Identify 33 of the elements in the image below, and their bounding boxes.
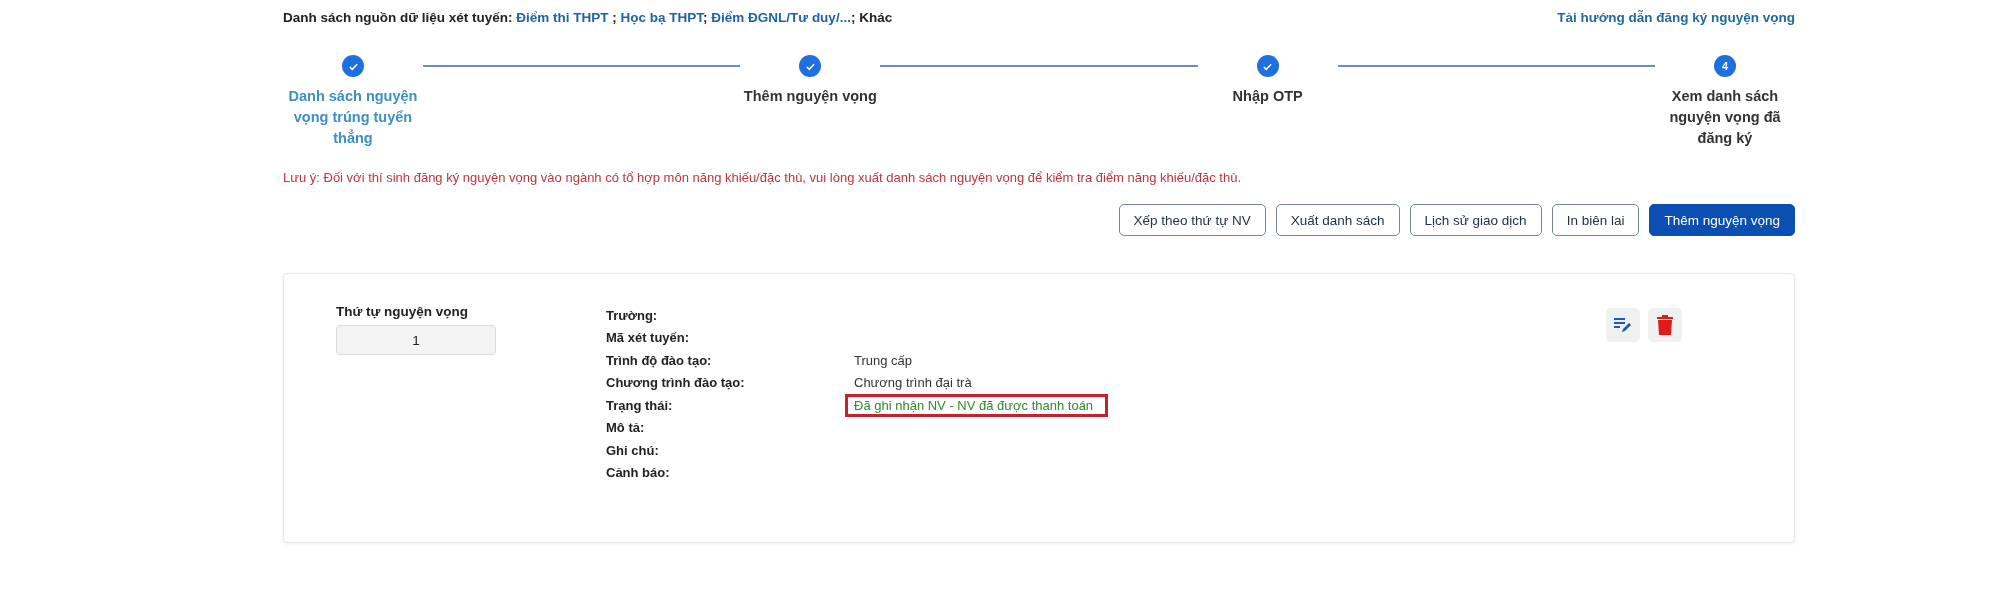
trash-icon [1657, 315, 1673, 335]
order-label: Thứ tự nguyện vọng [336, 304, 470, 319]
action-button[interactable]: Lịch sử giao dịch [1409, 204, 1542, 236]
source-link[interactable]: Điểm thi THPT [516, 9, 609, 25]
step-label: Nhập OTP [1232, 87, 1303, 106]
field-label: Chương trình đào tạo: [606, 375, 746, 391]
field-label: Trường: [606, 307, 659, 323]
guide-link[interactable]: Tải hướng dẫn đăng ký nguyện vọng [1557, 9, 1795, 25]
step-label: Thêm nguyện vọng [743, 87, 877, 106]
source-link[interactable]: Học bạ THPT [620, 9, 704, 25]
field-value: Trung cấp [854, 352, 913, 368]
order-field[interactable]: 1 [336, 325, 496, 355]
action-button[interactable]: Xếp theo thứ tự NV [1118, 204, 1266, 236]
step-label[interactable]: Danh sách nguyện vọng trúng tuyển thẳng [283, 86, 423, 149]
action-button[interactable]: Xuất danh sách [1275, 204, 1400, 236]
step-number: 4 [1721, 60, 1729, 72]
delete-button[interactable] [1648, 308, 1682, 342]
field-value: Chương trình đại trà [854, 375, 972, 391]
field-label: Ghi chú: [606, 442, 660, 458]
edit-button[interactable] [1606, 308, 1640, 342]
field-label: Cảnh báo: [606, 465, 671, 481]
action-button[interactable]: Thêm nguyện vọng [1649, 204, 1795, 236]
source-link[interactable]: Điểm ĐGNL/Tư duy/... [711, 9, 851, 25]
status-text: Đã ghi nhận NV - NV đã được thanh toán [854, 397, 1094, 413]
edit-list-icon [1613, 316, 1633, 334]
field-label: Trạng thái: [606, 397, 674, 413]
field-label: Trình độ đào tạo: [606, 352, 713, 368]
field-label: Mã xét tuyến: [606, 330, 691, 346]
data-sources-text: Danh sách nguồn dữ liệu xét tuyến: Điểm thi THPT ; Học bạ THPT; Điểm ĐGNL/Tư duy/...; Khác [283, 9, 893, 25]
field-label: Mô tả: [606, 420, 646, 436]
step-label: Xem danh sách nguyện vọng đã đăng ký [1668, 87, 1782, 148]
note-text: Lưu ý: Đối với thí sinh đăng ký nguyện vọng vào ngành có tổ hợp môn năng khiếu/đặc thù, vui lòng xuất danh sách nguyện vọng để kiểm tra điểm năng khiếu/đặc thù. [283, 170, 1243, 185]
action-button[interactable]: In biên lai [1551, 204, 1640, 236]
